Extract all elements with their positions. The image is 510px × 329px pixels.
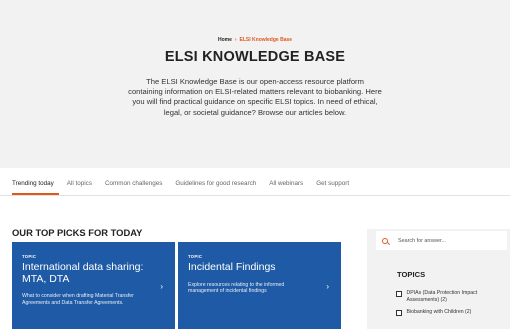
- breadcrumb-current: ELSI Knowledge Base: [239, 37, 293, 43]
- section-title: OUR TOP PICKS FOR TODAY: [12, 227, 143, 238]
- card-title: International data sharing: MTA, DTA: [22, 261, 144, 285]
- tab-get-support[interactable]: Get support: [316, 180, 349, 192]
- topic-label: Biobanking with Children (2): [406, 309, 472, 315]
- search-box: [376, 231, 507, 250]
- card-title: Incidental Findings: [188, 261, 276, 273]
- topic-checkbox[interactable]: [396, 291, 402, 297]
- topics-heading: TOPICS: [397, 270, 426, 279]
- chevron-right-icon: ›: [160, 282, 163, 291]
- card-description: Explore resources relating to the inform…: [188, 281, 285, 295]
- tab-all-topics[interactable]: All topics: [67, 180, 92, 192]
- card-tag: TOPIC: [188, 254, 203, 259]
- tab-bar: Trending today All topics Common challen…: [12, 180, 362, 192]
- breadcrumb-separator: ›: [234, 37, 237, 43]
- tab-guidelines[interactable]: Guidelines for good research: [175, 180, 256, 192]
- chevron-right-icon: ›: [326, 282, 329, 291]
- hero-description: The ELSI Knowledge Base is our open-acce…: [128, 77, 382, 117]
- sidebar: TOPICS DPIAs (Data Protection Impact Ass…: [367, 229, 510, 329]
- card-description: What to consider when drafting Material …: [22, 293, 134, 306]
- tab-all-webinars[interactable]: All webinars: [269, 180, 303, 192]
- card-tag: TOPIC: [22, 254, 37, 259]
- tab-common-challenges[interactable]: Common challenges: [105, 180, 162, 192]
- topic-filter-biobanking-children[interactable]: Biobanking with Children (2): [396, 309, 506, 316]
- tab-divider: [0, 195, 510, 196]
- topic-label: DPIAs (Data Protection Impact Assessment…: [406, 290, 478, 303]
- topic-card-incidental-findings[interactable]: TOPIC Incidental Findings Explore resour…: [178, 242, 341, 329]
- topic-filter-dpias[interactable]: DPIAs (Data Protection Impact Assessment…: [396, 290, 506, 304]
- topic-card-data-sharing[interactable]: TOPIC International data sharing: MTA, D…: [12, 242, 175, 329]
- search-icon: [382, 237, 388, 244]
- hero-section: Home › ELSI Knowledge Base ELSI KNOWLEDGE …: [0, 0, 510, 168]
- search-input[interactable]: [398, 237, 498, 244]
- breadcrumb: Home › ELSI Knowledge Base: [0, 37, 510, 43]
- breadcrumb-home-link[interactable]: Home: [218, 37, 232, 43]
- topic-checkbox[interactable]: [396, 310, 402, 316]
- tab-trending-today[interactable]: Trending today: [12, 180, 54, 192]
- page-title: ELSI KNOWLEDGE BASE: [164, 49, 346, 65]
